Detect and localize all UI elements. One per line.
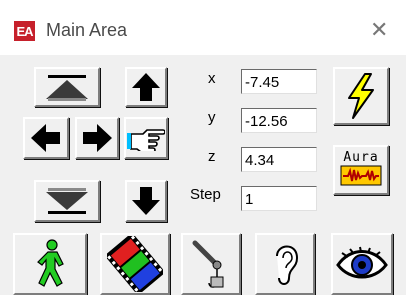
microphone-icon — [192, 240, 224, 288]
move-left-button[interactable] — [23, 117, 69, 159]
arrow-left-icon — [31, 124, 60, 152]
page-down-button[interactable] — [34, 180, 100, 222]
lightning-icon — [348, 73, 374, 119]
film-strip-icon — [107, 236, 163, 292]
y-field[interactable]: -12.56 — [241, 108, 317, 133]
execute-button[interactable] — [333, 67, 389, 125]
window-title: Main Area — [46, 20, 128, 40]
z-field[interactable]: 4.34 — [241, 147, 317, 172]
view-button[interactable] — [331, 233, 393, 295]
move-up-button[interactable] — [125, 67, 167, 107]
eye-icon — [336, 246, 388, 279]
film-button[interactable] — [100, 233, 170, 295]
page-up-icon — [46, 75, 88, 101]
step-label: Step — [190, 186, 221, 203]
walking-man-icon — [37, 239, 64, 287]
x-label: x — [208, 70, 216, 87]
step-field[interactable]: 1 — [241, 186, 317, 211]
arrow-down-icon — [132, 187, 160, 215]
aura-waveform-icon — [340, 165, 382, 186]
move-down-button[interactable] — [125, 180, 167, 222]
main-area-window: EA Main Area ✕ x -7.45 y -12.56 z 4.34 S… — [0, 0, 406, 295]
move-right-button[interactable] — [75, 117, 119, 159]
pointer-button[interactable] — [124, 117, 168, 159]
close-icon[interactable]: ✕ — [370, 18, 388, 43]
x-field[interactable]: -7.45 — [241, 69, 317, 94]
microphone-button[interactable] — [181, 233, 241, 295]
page-up-button[interactable] — [34, 67, 100, 107]
pointing-hand-icon — [127, 129, 165, 151]
arrow-up-icon — [132, 73, 160, 101]
aura-button[interactable]: Aura — [333, 145, 389, 195]
ear-icon — [276, 245, 299, 285]
y-label: y — [208, 109, 216, 126]
app-icon: EA — [14, 21, 35, 41]
walk-button[interactable] — [13, 233, 87, 295]
listen-button[interactable] — [255, 233, 315, 295]
title-bar: EA Main Area ✕ — [0, 0, 406, 55]
arrow-right-icon — [83, 124, 112, 152]
z-label: z — [208, 148, 216, 165]
arrow-down-fill-icon — [46, 188, 88, 214]
aura-label: Aura — [343, 150, 379, 165]
